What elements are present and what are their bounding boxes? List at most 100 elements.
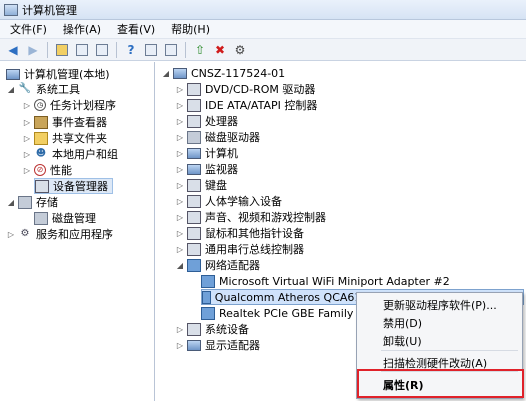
disk-drive-icon [187,130,201,144]
services-icon: ⚙ [20,228,30,239]
expand-arrow-icon[interactable]: ▷ [175,133,185,142]
device-category[interactable]: ▷ 系统设备 [175,321,249,337]
performance-icon: ⊘ [34,164,46,176]
device-category[interactable]: ▷ 通用串行总线控制器 [175,241,304,257]
tree-item-event-viewer[interactable]: ▷ 事件查看器 [22,114,107,130]
help-icon[interactable]: ? [122,41,140,59]
console-tree: 计算机管理(本地) ◢ 🔧 系统工具 ▷ ◷ 任务计划程序 ▷ 事件查看器 ▷ … [0,62,155,401]
shared-folder-icon [34,131,48,145]
expand-arrow-icon[interactable]: ▷ [175,197,185,206]
expand-arrow-icon[interactable]: ▷ [175,85,185,94]
tree-item-task-scheduler[interactable]: ▷ ◷ 任务计划程序 [22,97,116,113]
storage-icon [18,195,32,209]
show-hide-tree-icon[interactable] [73,41,91,59]
network-adapter-icon [202,290,211,304]
menu-item-uninstall[interactable]: 卸载(U) [383,333,422,349]
device-category[interactable]: ▷ DVD/CD-ROM 驱动器 [175,81,315,97]
expand-arrow-icon[interactable]: ▷ [175,213,185,222]
tree-item-performance[interactable]: ▷ ⊘ 性能 [22,162,72,178]
event-viewer-icon [34,115,48,129]
hid-icon [187,194,201,208]
expand-arrow-icon[interactable]: ▷ [22,150,32,159]
expand-arrow-icon[interactable]: ▷ [175,165,185,174]
forward-icon[interactable]: ▶ [24,41,42,59]
network-adapter-icon [201,274,215,288]
device-category[interactable]: ▷ 计算机 [175,145,238,161]
collapse-arrow-icon[interactable]: ◢ [175,261,185,270]
expand-arrow-icon[interactable]: ▷ [22,134,32,143]
menu-file[interactable]: 文件(F) [2,21,55,37]
network-adapter-item[interactable]: Microsoft Virtual WiFi Miniport Adapter … [201,273,450,289]
expand-arrow-icon[interactable]: ▷ [175,245,185,254]
device-category[interactable]: ▷ IDE ATA/ATAPI 控制器 [175,97,317,113]
toolbar-separator [47,41,48,58]
tree-item-storage[interactable]: ◢ 存储 [6,194,58,210]
device-category[interactable]: ▷ 处理器 [175,113,238,129]
device-category-network[interactable]: ◢ 网络适配器 [175,257,260,273]
menu-separator [381,350,518,351]
display-adapter-icon [187,339,201,351]
expand-arrow-icon[interactable]: ▷ [175,325,185,334]
users-icon: ☻ [35,148,47,159]
device-category[interactable]: ▷ 键盘 [175,177,227,193]
expand-arrow-icon[interactable]: ▷ [22,101,32,110]
up-folder-icon[interactable] [53,41,71,59]
device-category[interactable]: ▷ 监视器 [175,161,238,177]
tree-item-system-tools[interactable]: ◢ 🔧 系统工具 [6,81,80,97]
tree-item-shared-folders[interactable]: ▷ 共享文件夹 [22,130,107,146]
device-category[interactable]: ▷ 鼠标和其他指针设备 [175,225,304,241]
sound-icon [187,210,201,224]
disk-icon [34,211,48,225]
update-driver-icon[interactable]: ⇧ [191,41,209,59]
view-icon[interactable] [162,41,180,59]
network-adapter-icon [201,306,215,320]
menu-help[interactable]: 帮助(H) [163,21,218,37]
menu-bar: 文件(F) 操作(A) 查看(V) 帮助(H) [0,20,526,39]
clock-icon: ◷ [34,99,46,111]
tools-icon: 🔧 [18,83,32,94]
collapse-arrow-icon[interactable]: ◢ [6,198,16,207]
menu-item-disable[interactable]: 禁用(D) [383,315,422,331]
tree-item-local-users[interactable]: ▷ ☻ 本地用户和组 [22,146,118,162]
processor-icon [187,114,201,128]
menu-item-update-driver[interactable]: 更新驱动程序软件(P)... [383,297,497,313]
expand-arrow-icon[interactable]: ▷ [22,166,32,175]
menu-view[interactable]: 查看(V) [109,21,163,37]
device-category[interactable]: ▷ 声音、视频和游戏控制器 [175,209,326,225]
window-title: 计算机管理 [22,3,77,17]
expand-arrow-icon[interactable]: ▷ [175,101,185,110]
collapse-arrow-icon[interactable]: ◢ [161,69,171,78]
expand-arrow-icon[interactable]: ▷ [22,118,32,127]
uninstall-icon[interactable]: ✖ [211,41,229,59]
tree-item-computer-management[interactable]: 计算机管理(本地) [6,66,110,82]
tree-item-device-manager[interactable]: 设备管理器 [34,178,113,194]
toolbar-separator [185,41,186,58]
scan-hardware-icon[interactable]: ⚙ [231,41,249,59]
title-bar: 计算机管理 [0,0,526,20]
expand-arrow-icon[interactable]: ▷ [175,341,185,350]
monitor-icon [187,163,201,175]
menu-item-properties[interactable]: 属性(R) [383,377,424,393]
expand-arrow-icon[interactable]: ▷ [175,181,185,190]
device-category[interactable]: ▷ 磁盘驱动器 [175,129,260,145]
menu-action[interactable]: 操作(A) [55,21,109,37]
device-manager-icon [35,179,49,193]
back-icon[interactable]: ◀ [4,41,22,59]
toolbar: ◀ ▶ ? ⇧ ✖ ⚙ [0,39,526,61]
computer-icon [6,68,20,80]
export-list-icon[interactable] [93,41,111,59]
device-root[interactable]: ◢ CNSZ-117524-01 [161,65,285,81]
tree-item-services-apps[interactable]: ▷ ⚙ 服务和应用程序 [6,226,113,242]
expand-arrow-icon[interactable]: ▷ [175,117,185,126]
device-category[interactable]: ▷ 显示适配器 [175,337,260,353]
expand-arrow-icon[interactable]: ▷ [6,230,16,239]
tree-item-disk-management[interactable]: 磁盘管理 [34,210,96,226]
properties-icon[interactable] [142,41,160,59]
device-category[interactable]: ▷ 人体学输入设备 [175,193,282,209]
expand-arrow-icon[interactable]: ▷ [175,229,185,238]
computer-management-icon [4,3,18,16]
expand-arrow-icon[interactable]: ▷ [175,149,185,158]
collapse-arrow-icon[interactable]: ◢ [6,85,16,94]
keyboard-icon [187,178,201,192]
dvd-drive-icon [187,82,201,96]
